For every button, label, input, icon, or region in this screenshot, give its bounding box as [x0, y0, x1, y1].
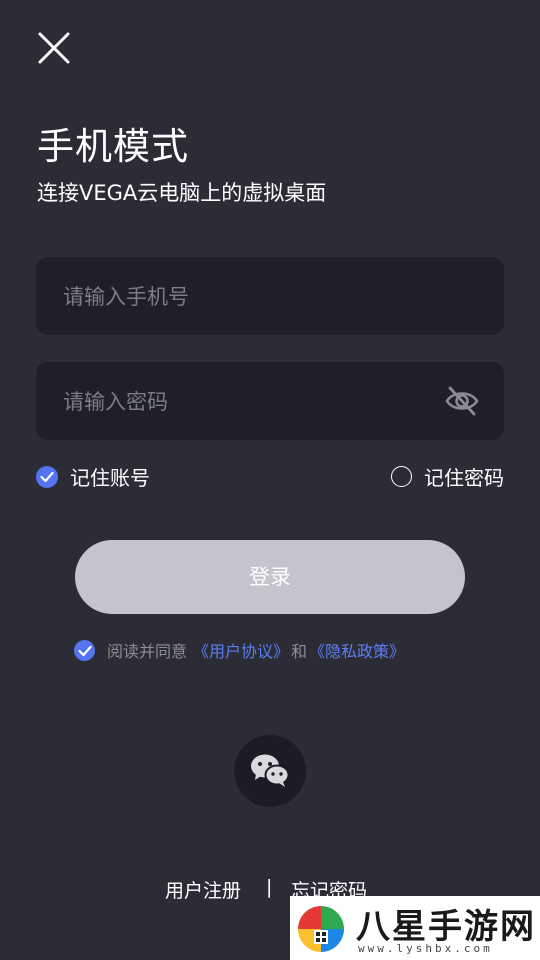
phone-field — [36, 257, 504, 337]
watermark-name: 八星手游网 — [356, 907, 536, 947]
agreement-row: 阅读并同意 《用户协议》 和 《隐私政策》 — [74, 638, 405, 662]
site-watermark: 八星手游网 www.lyshbx.com — [290, 896, 540, 960]
user-agreement-link[interactable]: 《用户协议》 — [193, 638, 289, 662]
footer-separator: | — [266, 876, 273, 898]
eye-off-icon[interactable] — [444, 384, 480, 418]
unchecked-circle-icon — [391, 466, 412, 487]
remember-password-toggle[interactable]: 记住密码 — [391, 462, 504, 491]
checked-circle-icon — [36, 465, 58, 488]
agreement-prefix: 阅读并同意 — [107, 642, 188, 661]
login-button[interactable]: 登录 — [75, 540, 465, 614]
page-title: 手机模式 — [37, 125, 189, 168]
agreement-and: 和 — [291, 642, 308, 661]
agreement-checkbox[interactable] — [74, 639, 95, 661]
watermark-logo-icon — [298, 906, 344, 952]
remember-password-label: 记住密码 — [424, 466, 504, 490]
remember-options: 记住账号 记住密码 — [36, 462, 504, 494]
wechat-icon — [251, 754, 290, 787]
close-button[interactable] — [34, 28, 74, 68]
remember-account-toggle[interactable]: 记住账号 — [36, 462, 150, 491]
register-link[interactable]: 用户注册 — [165, 876, 241, 903]
privacy-policy-link[interactable]: 《隐私政策》 — [309, 638, 405, 662]
phone-input[interactable] — [61, 257, 425, 337]
close-icon — [38, 32, 70, 64]
password-input[interactable] — [61, 362, 425, 442]
wechat-login-button[interactable] — [234, 735, 306, 807]
remember-account-label: 记住账号 — [70, 466, 150, 490]
watermark-url: www.lyshbx.com — [358, 942, 493, 955]
page-subtitle: 连接VEGA云电脑上的虚拟桌面 — [37, 181, 327, 205]
password-field — [36, 362, 504, 442]
